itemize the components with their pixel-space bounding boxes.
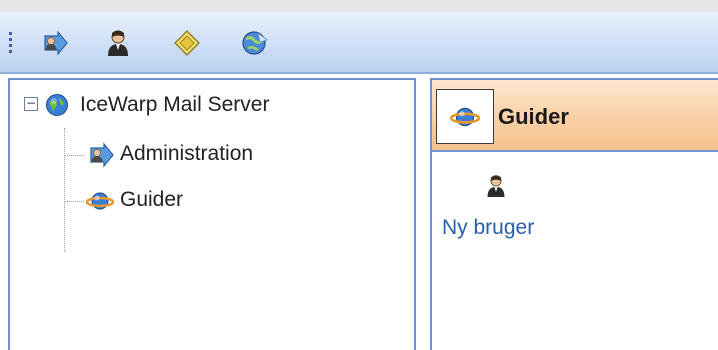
guider-icon xyxy=(450,107,480,126)
tree-connector-line xyxy=(64,128,65,252)
content-panel: Guider Ny bruger xyxy=(430,78,718,350)
wizard-item-label: Ny bruger xyxy=(442,216,535,239)
globe-icon xyxy=(46,94,68,116)
navigation-tree-panel: − IceWarp Mail Server Administration Gui… xyxy=(8,78,416,350)
administration-icon xyxy=(44,30,68,56)
tree-root-label[interactable]: IceWarp Mail Server xyxy=(80,93,269,117)
toolbar-grip[interactable] xyxy=(9,32,13,54)
user-icon xyxy=(108,30,128,56)
tree-item-label: Administration xyxy=(120,142,254,165)
panel-header: Guider xyxy=(432,80,718,152)
panel-title: Guider xyxy=(498,104,569,129)
tree-connector-line xyxy=(64,201,84,202)
main-toolbar xyxy=(0,12,718,74)
administration-icon xyxy=(90,142,114,168)
toolbar-user-button[interactable] xyxy=(101,26,135,60)
wizard-list: Ny bruger xyxy=(432,154,718,350)
user-icon xyxy=(487,175,505,197)
tree-item-label: Guider xyxy=(120,188,184,211)
toolbar-administration-button[interactable] xyxy=(38,26,72,60)
window-top-strip xyxy=(0,0,718,12)
domain-icon xyxy=(174,30,200,56)
wizard-globe-icon xyxy=(242,31,268,55)
toolbar-domain-button[interactable] xyxy=(170,26,204,60)
tree-connector-line xyxy=(64,155,84,156)
header-icon-box xyxy=(436,89,494,144)
toolbar-wizard-button[interactable] xyxy=(238,26,272,60)
tree-collapse-toggle[interactable]: − xyxy=(24,97,38,111)
guider-icon xyxy=(86,192,114,210)
